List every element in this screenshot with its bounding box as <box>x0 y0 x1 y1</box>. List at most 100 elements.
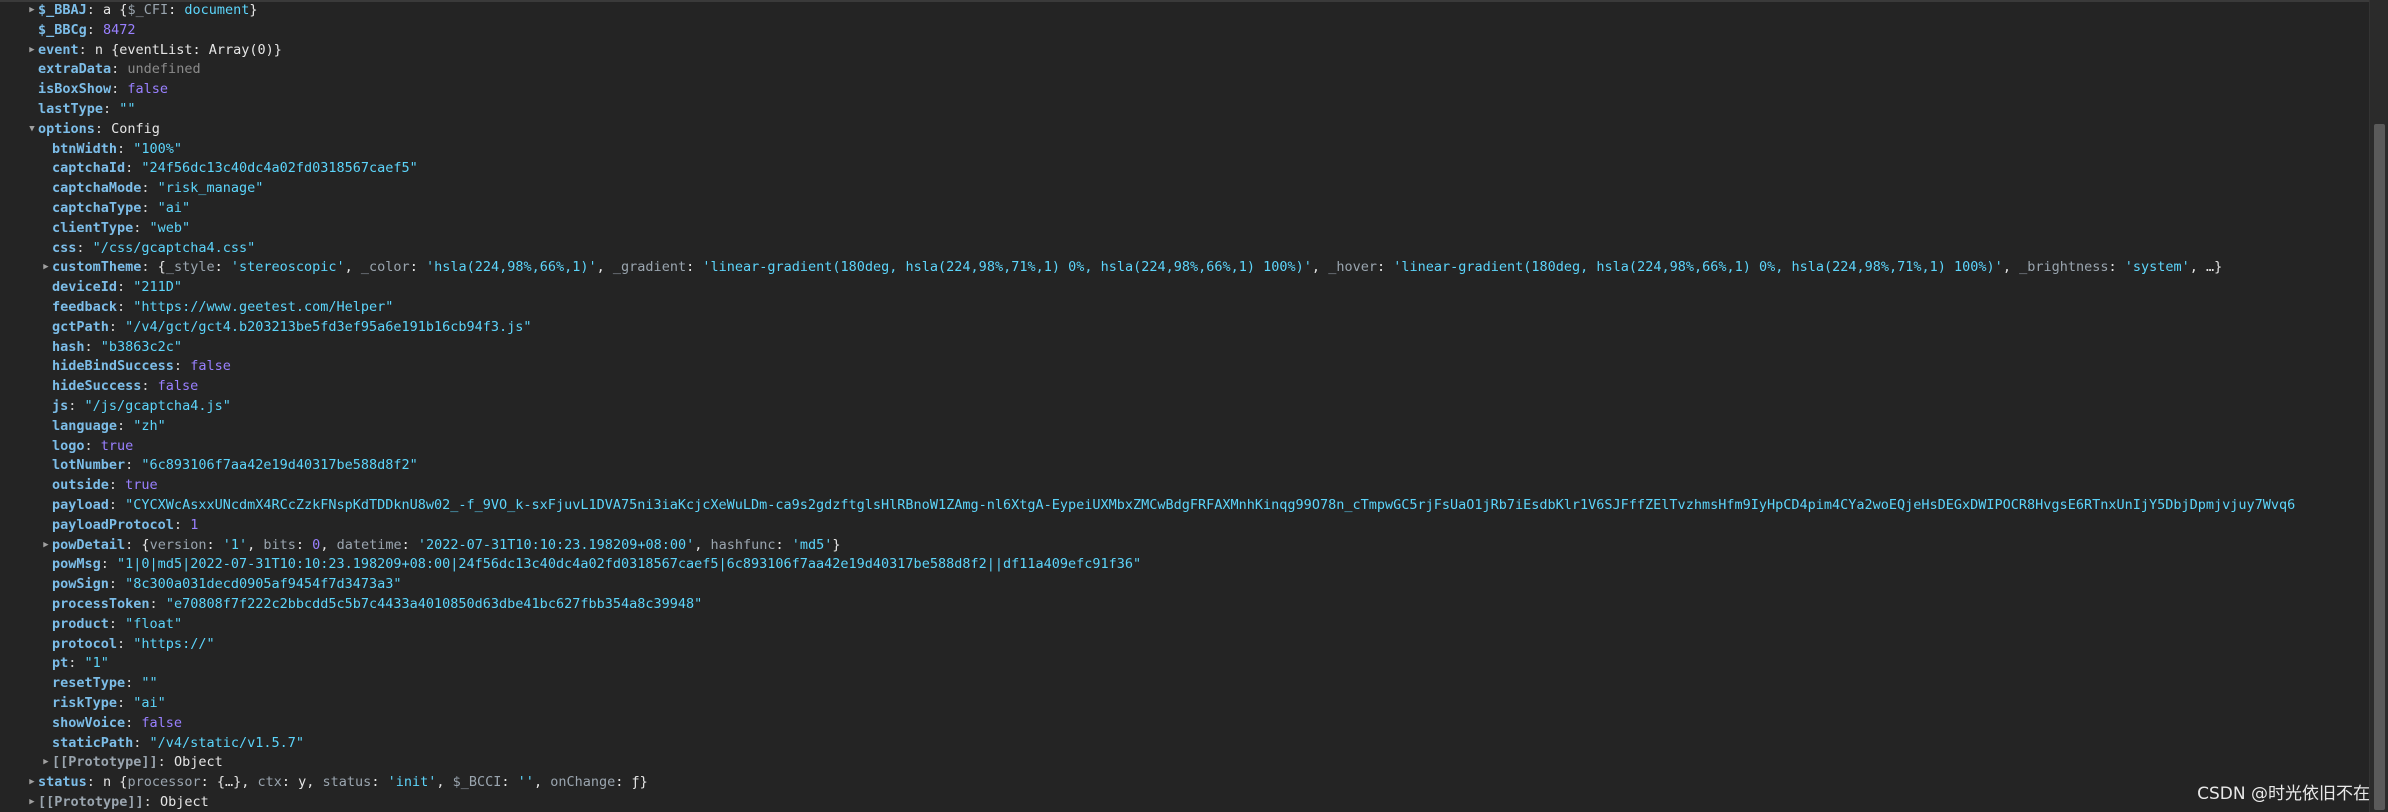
scrollbar-thumb[interactable] <box>2374 124 2385 810</box>
property-value-part: Object <box>159 794 209 810</box>
key-separator: : <box>78 41 95 58</box>
property-row: hideSuccess: false <box>0 376 198 396</box>
property-value-part: n { <box>103 774 128 791</box>
property-value-part: datetime <box>336 536 402 553</box>
property-value-part: true <box>100 437 134 454</box>
property-value-part: "https://" <box>133 635 215 652</box>
property-row[interactable]: ▶ customTheme: {_style: 'stereoscopic', _… <box>0 257 2222 277</box>
property-value-part: "6c893106f7aa42e19d40317be588d8f2" <box>141 457 418 474</box>
property-value-part: "ai" <box>157 200 191 216</box>
key-separator: : <box>125 536 142 553</box>
property-row: lastType: "" <box>0 99 136 119</box>
property-value-part: 'init' <box>387 774 437 791</box>
property-value-part: : <box>168 2 185 18</box>
property-value-part: Object <box>173 754 223 771</box>
property-key: captchaId <box>52 160 126 177</box>
property-value-part: hashfunc <box>710 536 776 553</box>
property-value-part: false <box>157 378 199 395</box>
property-value-part: 'linear-gradient(180deg, hsla(224,98%,66… <box>1393 259 2003 276</box>
property-value-part: 'hsla(224,98%,66%,1)' <box>425 259 597 276</box>
property-key: $_BBAJ <box>38 2 87 18</box>
collapsed-triangle-icon[interactable]: ▶ <box>40 752 52 772</box>
property-row[interactable]: ▼ options: Config <box>0 119 160 139</box>
key-separator: : <box>141 378 158 395</box>
property-value-part: : <box>501 774 518 791</box>
property-key: powSign <box>52 576 109 593</box>
key-separator: : <box>94 120 112 137</box>
property-row[interactable]: ▶ [[Prototype]]: Object <box>0 752 223 772</box>
property-key: powDetail <box>52 536 126 553</box>
property-key: js <box>52 398 69 414</box>
property-key: gctPath <box>52 318 109 335</box>
property-key: isBoxShow <box>38 81 112 98</box>
property-value-part: Config <box>111 120 160 137</box>
key-separator: : <box>108 477 126 494</box>
collapsed-triangle-icon[interactable]: ▶ <box>26 0 38 20</box>
property-key: btnWidth <box>52 140 118 157</box>
vertical-scrollbar[interactable] <box>2369 0 2388 812</box>
property-row: resetType: "" <box>0 673 158 693</box>
property-row: powSign: "8c300a031decd0905af9454f7d3473… <box>0 574 402 594</box>
property-row: btnWidth: "100%" <box>0 139 182 159</box>
property-row: $_BBCg: 8472 <box>0 20 136 40</box>
key-separator: : <box>117 417 134 434</box>
property-row: protocol: "https://" <box>0 634 215 654</box>
property-row[interactable]: ▶ powDetail: {version: '1', bits: 0, date… <box>0 535 840 555</box>
key-separator: : <box>141 200 158 216</box>
property-key: showVoice <box>52 714 126 731</box>
property-row: logo: true <box>0 436 133 456</box>
property-value-part: } <box>249 2 258 18</box>
property-value-part: "/v4/static/v1.5.7" <box>149 734 304 751</box>
property-value-part: , <box>694 536 711 553</box>
property-value-part: : {…}, <box>200 774 258 791</box>
property-key: event <box>38 41 79 58</box>
key-separator: : <box>133 219 150 236</box>
property-row: gctPath: "/v4/gct/gct4.b203213be5fd3ef95… <box>0 317 532 337</box>
property-value-part: false <box>127 81 169 98</box>
key-separator: : <box>86 21 104 38</box>
expanded-triangle-icon[interactable]: ▼ <box>26 119 38 139</box>
property-value-part: "https://www.geetest.com/Helper" <box>133 299 394 315</box>
property-value-part: 8472 <box>103 21 136 38</box>
key-separator: : <box>125 457 142 474</box>
property-value-part: "b3863c2c" <box>100 338 183 355</box>
key-separator: : <box>141 180 158 197</box>
property-value-part: '2022-07-31T10:10:23.198209+08:00' <box>417 536 695 553</box>
property-value-part: "ai" <box>133 695 166 711</box>
property-key: processToken <box>52 596 150 612</box>
property-row: hideBindSuccess: false <box>0 356 231 376</box>
key-separator: : <box>143 794 160 810</box>
property-row[interactable]: ▶ [[Prototype]]: Object <box>0 792 209 812</box>
property-value-part: '1' <box>222 536 248 553</box>
property-value-part: n { <box>94 41 120 58</box>
property-value-part: : <box>686 259 703 276</box>
property-value-part: : <box>295 536 313 553</box>
property-value-part: processor <box>127 774 201 791</box>
property-key: payload <box>52 497 109 513</box>
property-row: extraData: undefined <box>0 59 201 79</box>
property-value-part: ctx <box>257 774 282 791</box>
property-row[interactable]: ▶ $_BBAJ: a {$_CFI: document} <box>0 0 258 20</box>
collapsed-triangle-icon[interactable]: ▶ <box>40 257 52 277</box>
key-separator: : <box>108 497 126 513</box>
property-row[interactable]: ▶ status: n {processor: {…}, ctx: y, stat… <box>0 772 647 792</box>
key-separator: : <box>125 675 142 692</box>
collapsed-triangle-icon[interactable]: ▶ <box>26 772 38 792</box>
key-separator: : <box>117 140 134 157</box>
property-value-part: 'system' <box>2124 259 2190 276</box>
key-separator: : <box>117 279 134 296</box>
collapsed-triangle-icon[interactable]: ▶ <box>40 535 52 555</box>
property-value-part: { <box>141 536 150 553</box>
property-row[interactable]: ▶ event: n {eventList: Array(0)} <box>0 40 282 60</box>
property-value-part: 'stereoscopic' <box>230 259 345 276</box>
property-value-part: "/v4/gct/gct4.b203213be5fd3ef95a6e191b16… <box>125 318 532 335</box>
property-row: payloadProtocol: 1 <box>0 515 198 535</box>
property-key: language <box>52 417 118 434</box>
property-value-part: "/css/gcaptcha4.css" <box>92 239 256 256</box>
property-value-part: , <box>2002 259 2020 276</box>
property-value-part: "zh" <box>133 417 166 434</box>
collapsed-triangle-icon[interactable]: ▶ <box>26 792 38 812</box>
key-separator: : <box>117 299 134 315</box>
key-separator: : <box>117 695 134 711</box>
collapsed-triangle-icon[interactable]: ▶ <box>26 40 38 60</box>
